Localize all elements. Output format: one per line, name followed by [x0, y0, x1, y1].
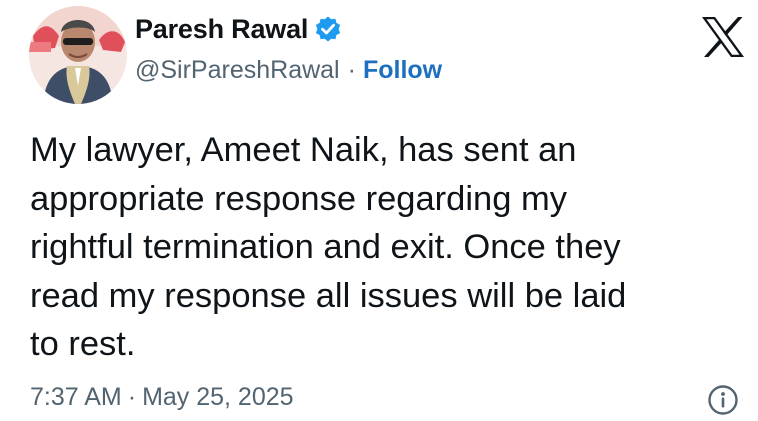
profile-avatar[interactable] [29, 6, 127, 104]
tweet-line: read my response all issues will be laid [30, 276, 627, 315]
tweet-line: rightful termination and exit. Once they [30, 228, 621, 266]
x-logo-icon[interactable] [700, 16, 746, 58]
follow-button[interactable]: Follow [363, 56, 442, 85]
info-icon[interactable] [707, 384, 739, 416]
tweet-text: My lawyer, Ameet Naik, has sent an appro… [30, 126, 750, 369]
author-name-row: Paresh Rawal [135, 12, 342, 46]
author-handle[interactable]: @SirPareshRawal [135, 56, 340, 85]
tweet-card: Paresh Rawal @SirPareshRawal · Follow My… [0, 0, 758, 418]
separator: · [127, 382, 137, 411]
author-handle-row: @SirPareshRawal · Follow [135, 54, 442, 86]
tweet-timestamp[interactable]: 7:37 AM · May 25, 2025 [30, 380, 294, 414]
author-display-name[interactable]: Paresh Rawal [135, 14, 308, 45]
verified-badge-icon [314, 15, 342, 43]
tweet-line: to rest. [30, 325, 136, 363]
separator: · [347, 55, 356, 84]
tweet-line: appropriate response regarding my [30, 179, 567, 218]
tweet-line: My lawyer, Ameet Naik, has sent an [30, 131, 577, 169]
tweet-time: 7:37 AM [30, 382, 122, 411]
tweet-date: May 25, 2025 [142, 382, 294, 411]
